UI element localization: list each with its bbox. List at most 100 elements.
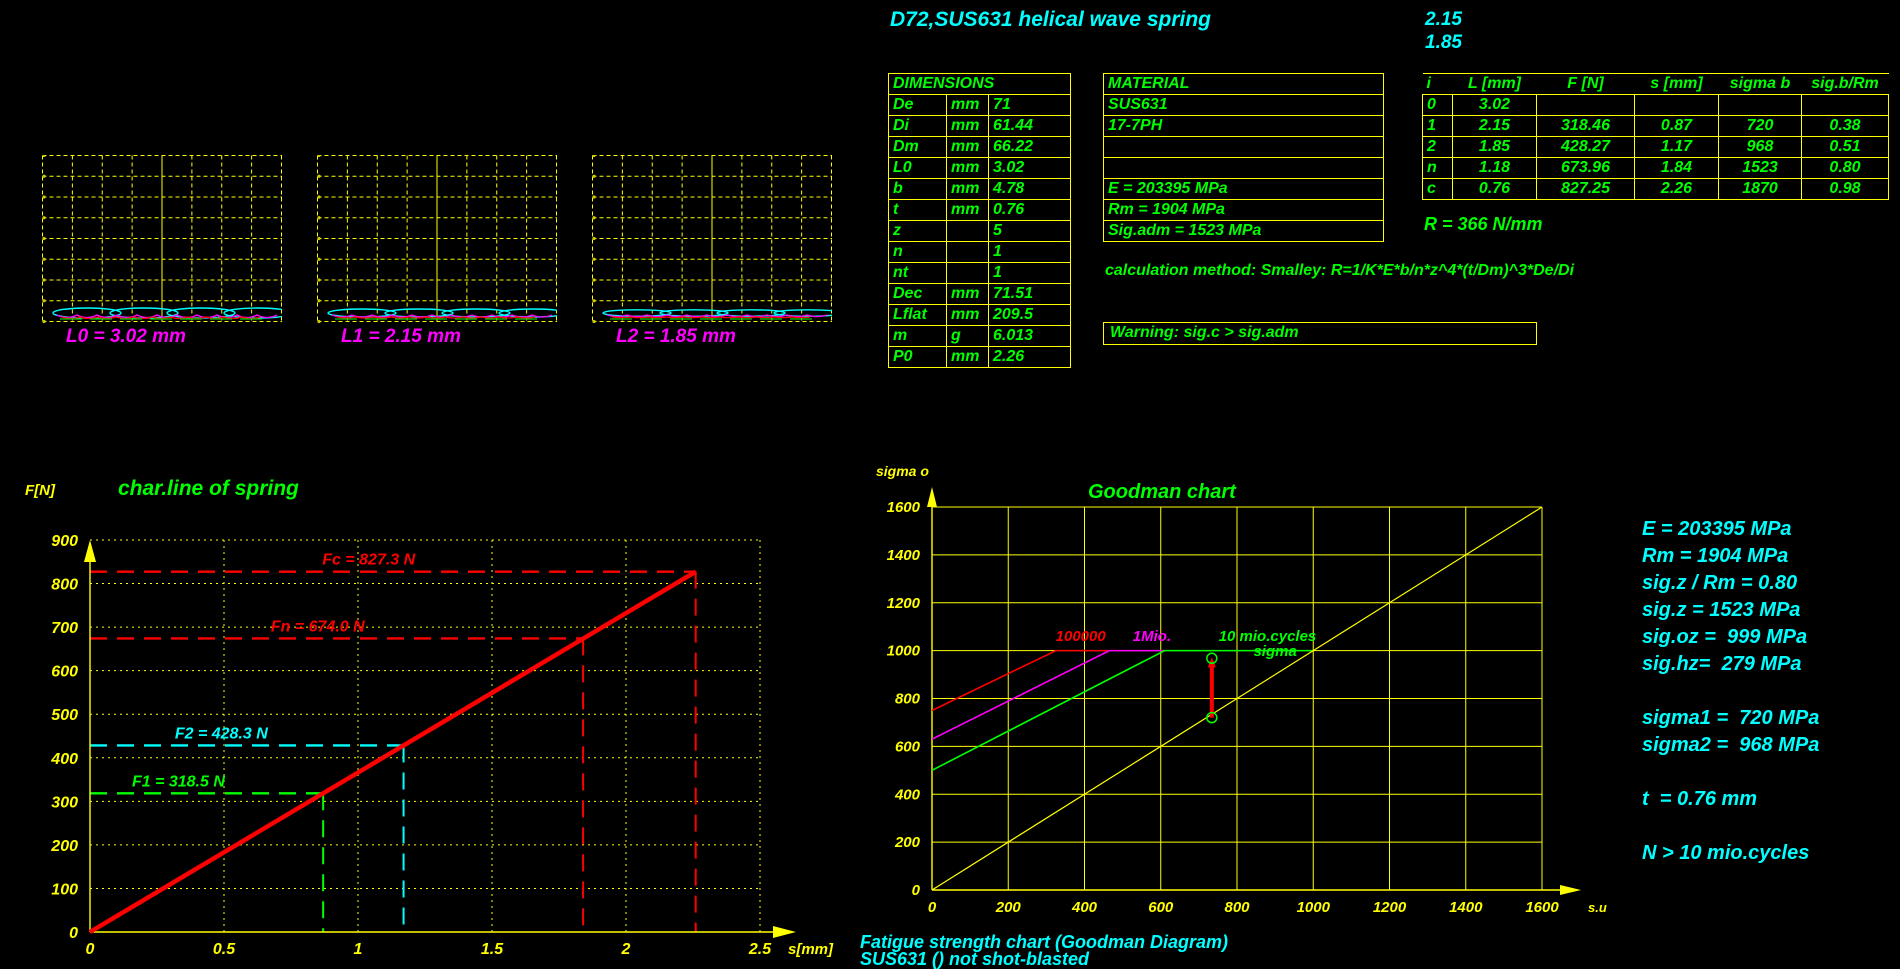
- spring-wave-cyan: [774, 310, 832, 316]
- x-tick-label: 800: [1224, 899, 1250, 916]
- grid-dot: [592, 278, 595, 281]
- table-cell: 1: [989, 242, 1071, 263]
- x-tick-label: 2: [621, 941, 631, 958]
- table-row: Dmmm66.22: [889, 137, 1071, 158]
- table-cell: [1104, 158, 1384, 179]
- x-tick-label: 1: [354, 941, 363, 958]
- footer: Fatigue strength chart (Goodman Diagram)…: [860, 934, 1228, 968]
- force-marker-label: Fn = 674.0 N: [271, 618, 365, 635]
- x-tick-label: 0: [86, 941, 95, 958]
- y-tick-label: 500: [51, 707, 78, 724]
- grid-dot: [317, 258, 320, 261]
- table-cell: mm: [947, 200, 989, 221]
- table-cell: mm: [947, 158, 989, 179]
- grid-dot: [317, 299, 320, 302]
- panel-line: sigma2 = 968 MPa: [1642, 732, 1819, 759]
- results-table: iL [mm]F [N]s [mm]sigma bsig.b/Rm03.02 1…: [1422, 73, 1889, 200]
- table-cell: mm: [947, 95, 989, 116]
- table-cell: Sig.adm = 1523 MPa: [1104, 221, 1384, 242]
- table-cell: P0: [889, 347, 947, 368]
- force-marker-label: F1 = 318.5 N: [132, 773, 225, 790]
- table-cell: 66.22: [989, 137, 1071, 158]
- x-axis-label: s[mm]: [788, 941, 834, 958]
- table-cell: 3.02: [1453, 95, 1537, 116]
- spring-length-label: L1 = 2.15 mm: [341, 326, 461, 348]
- x-axis-arrow: [773, 926, 796, 938]
- table-cell: 1.84: [1635, 158, 1719, 179]
- table-cell: n: [889, 242, 947, 263]
- table-cell: 17-7PH: [1104, 116, 1384, 137]
- y-tick-label: 400: [50, 751, 78, 768]
- table-row: 21.85428.271.179680.51: [1423, 137, 1889, 158]
- table-cell: 1.85: [1453, 137, 1537, 158]
- table-cell: 673.96: [1537, 158, 1635, 179]
- panel-line: [1642, 759, 1819, 786]
- table-cell: Lflat: [889, 305, 947, 326]
- table-row: n1.18673.961.8415230.80: [1423, 158, 1889, 179]
- table-row: 12.15318.460.877200.38: [1423, 116, 1889, 137]
- panel-line: t = 0.76 mm: [1642, 786, 1819, 813]
- spring-drawing-L1: [317, 155, 557, 325]
- panel-line: sig.z / Rm = 0.80: [1642, 570, 1819, 597]
- table-cell: 61.44: [989, 116, 1071, 137]
- y-axis-arrow: [927, 487, 937, 507]
- table-cell: De: [889, 95, 947, 116]
- table-cell: Di: [889, 116, 947, 137]
- y-tick-label: 400: [894, 786, 921, 803]
- table-cell: 6.013: [989, 326, 1071, 347]
- table-cell: [947, 242, 989, 263]
- calculation-method-text: calculation method: Smalley: R=1/K*E*b/n…: [1105, 262, 1574, 280]
- table-cell: 0.76: [989, 200, 1071, 221]
- table-row: 17-7PH: [1104, 116, 1384, 137]
- y-tick-label: 700: [51, 620, 78, 637]
- table-cell: E = 203395 MPa: [1104, 179, 1384, 200]
- table-row: c0.76827.252.2618700.98: [1423, 179, 1889, 200]
- panel-line: sig.hz= 279 MPa: [1642, 651, 1819, 678]
- y-tick-label: 200: [894, 834, 921, 851]
- table-cell: [1104, 137, 1384, 158]
- grid-dot: [592, 195, 595, 198]
- table-cell: t: [889, 200, 947, 221]
- grid-dot: [317, 216, 320, 219]
- table-cell: Rm = 1904 MPa: [1104, 200, 1384, 221]
- column-header: s [mm]: [1635, 74, 1719, 95]
- spring-view-L1: L1 = 2.15 mm: [317, 155, 557, 355]
- grid-dot: [42, 320, 45, 323]
- table-cell: 0.51: [1802, 137, 1889, 158]
- grid-dot: [592, 237, 595, 240]
- y-tick-label: 600: [895, 738, 921, 755]
- y-tick-label: 1200: [887, 595, 921, 612]
- grid-dot: [317, 320, 320, 323]
- table-row: Rm = 1904 MPa: [1104, 200, 1384, 221]
- footer-line-2: SUS631 () not shot-blasted: [860, 951, 1228, 968]
- spring-length-label: L0 = 3.02 mm: [66, 326, 186, 348]
- warning-box: Warning: sig.c > sig.adm: [1103, 322, 1537, 345]
- panel-line: N > 10 mio.cycles: [1642, 840, 1819, 867]
- table-row: tmm0.76: [889, 200, 1071, 221]
- table-row: [1104, 137, 1384, 158]
- panel-line: [1642, 678, 1819, 705]
- table-cell: 209.5: [989, 305, 1071, 326]
- y-tick-label: 1400: [887, 547, 921, 564]
- spring-length-label: L2 = 1.85 mm: [616, 326, 736, 348]
- table-row: P0mm2.26: [889, 347, 1071, 368]
- spring-rate-text: R = 366 N/mm: [1424, 214, 1543, 235]
- table-cell: 318.46: [1537, 116, 1635, 137]
- grid-dot: [42, 195, 45, 198]
- table-row: L0mm3.02: [889, 158, 1071, 179]
- table-cell: c: [1423, 179, 1453, 200]
- spring-wave-cyan: [603, 310, 671, 316]
- y-tick-label: 100: [51, 881, 78, 898]
- spring-view-L0: L0 = 3.02 mm: [42, 155, 282, 355]
- x-tick-label: 600: [1148, 899, 1174, 916]
- table-cell: b: [889, 179, 947, 200]
- header-value-1: 2.15: [1425, 9, 1462, 31]
- y-tick-label: 0: [69, 925, 78, 942]
- grid-dot: [317, 175, 320, 178]
- cycle-annotation: 1Mio.: [1133, 628, 1171, 645]
- grid-dot: [317, 195, 320, 198]
- table-cell: 0.98: [1802, 179, 1889, 200]
- table-row: bmm4.78: [889, 179, 1071, 200]
- table-row: Lflatmm209.5: [889, 305, 1071, 326]
- table-cell: SUS631: [1104, 95, 1384, 116]
